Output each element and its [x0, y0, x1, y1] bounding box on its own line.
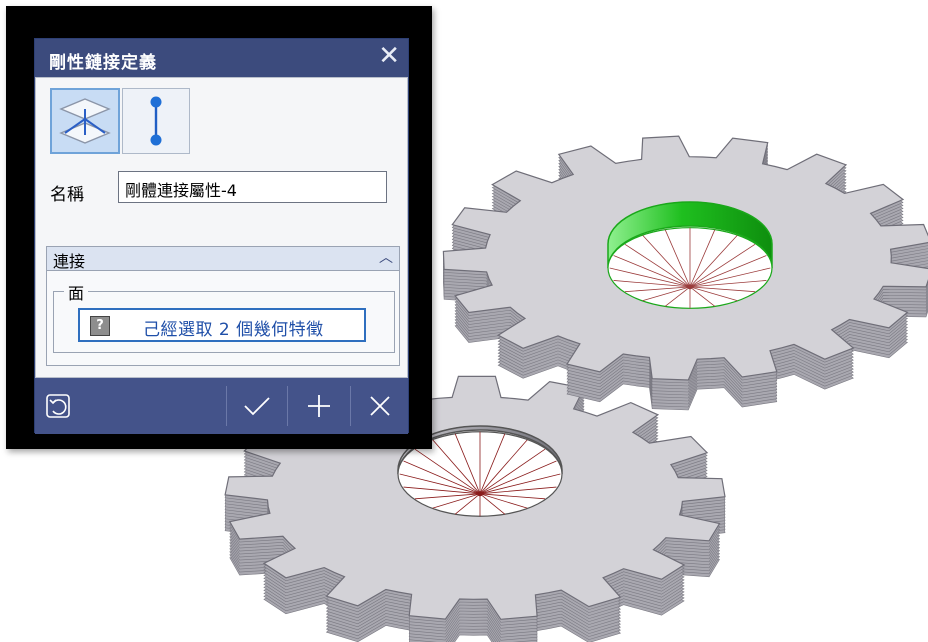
chevron-up-icon[interactable]: ︿ [379, 247, 393, 267]
name-label: 名稱 [50, 185, 84, 205]
face-group-label: 面 [64, 280, 89, 304]
cancel-button[interactable] [351, 378, 409, 434]
dialog-title: 剛性鏈接定義 [49, 53, 157, 73]
dialog-body: 名稱 剛體連接屬性-4 連接 ︿ 面 ? 己經選取 2 個幾何特徵 [35, 77, 408, 378]
connection-section: 連接 ︿ 面 ? 己經選取 2 個幾何特徵 [46, 246, 400, 366]
section-title: 連接 [53, 252, 86, 271]
x-icon [370, 396, 390, 416]
selection-status: 己經選取 2 個幾何特徵 [143, 320, 324, 340]
plane-type-button[interactable] [50, 88, 120, 154]
face-selection-box[interactable]: ? 己經選取 2 個幾何特徵 [78, 308, 366, 342]
question-icon: ? [90, 316, 110, 336]
check-icon [244, 397, 270, 416]
connection-section-header[interactable]: 連接 ︿ [47, 247, 399, 271]
plus-icon [308, 395, 330, 417]
rigid-link-dialog: 剛性鏈接定義 ✕ 名稱 剛體連接屬性-4 連接 ︿ 面 ? 己經選取 2 個幾何… [34, 38, 409, 434]
gear-upper[interactable] [442, 135, 928, 411]
close-icon[interactable]: ✕ [378, 41, 400, 71]
ok-button[interactable] [227, 378, 287, 434]
plane-connection-icon [59, 98, 111, 144]
name-field[interactable]: 剛體連接屬性-4 [118, 171, 387, 203]
line-connection-icon [150, 96, 162, 146]
line-type-button[interactable] [122, 88, 190, 154]
dialog-titlebar[interactable]: 剛性鏈接定義 ✕ [35, 39, 408, 77]
add-button[interactable] [288, 378, 350, 434]
reset-button[interactable] [35, 378, 81, 434]
reset-icon [46, 394, 70, 418]
dialog-footer [35, 378, 408, 434]
